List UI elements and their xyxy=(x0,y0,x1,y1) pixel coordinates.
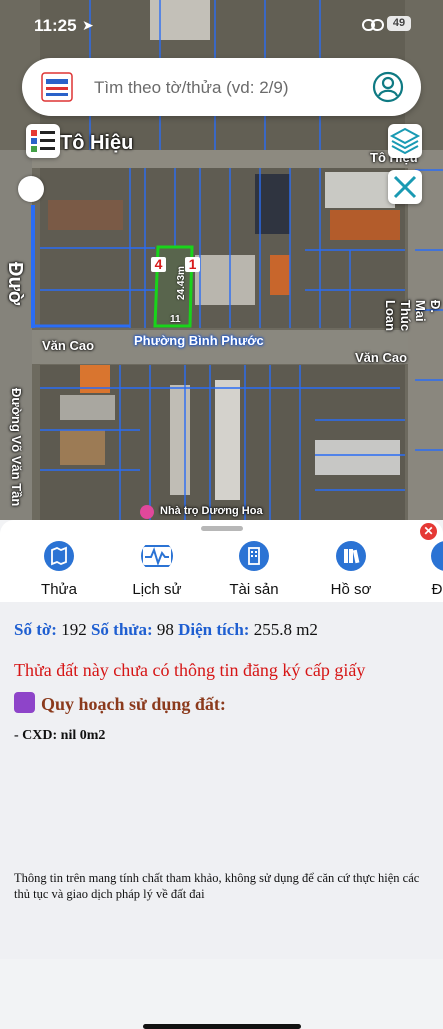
legend-list-icon xyxy=(31,130,55,152)
street-label-van-cao-right: Văn Cao xyxy=(355,350,408,365)
close-icon[interactable]: ✕ xyxy=(420,523,437,540)
app-logo-icon xyxy=(41,72,73,102)
info-tabs: Thửa Lịch sử Tài sản Hồ sơ Đ xyxy=(0,540,443,600)
parcel-dimension-side: 24.43m xyxy=(176,266,187,300)
tab-label: Đ xyxy=(431,581,443,598)
map-icon xyxy=(44,541,74,571)
parcel-details: Số tờ: 192 Số thửa: 98 Diện tích: 255.8 … xyxy=(0,602,443,1029)
parcel-summary: Số tờ: 192 Số thửa: 98 Diện tích: 255.8 … xyxy=(14,620,318,640)
measure-tools-button[interactable] xyxy=(388,170,422,204)
sheet-drag-handle[interactable] xyxy=(201,526,243,531)
tab-label: Lịch sử xyxy=(132,581,182,598)
tab-thua[interactable]: Thửa xyxy=(14,540,104,600)
battery-indicator: 49 xyxy=(387,16,411,31)
tab-label: Tài sản xyxy=(229,581,279,598)
tab-tai-san[interactable]: Tài sản xyxy=(209,540,299,600)
more-tab-icon xyxy=(431,541,443,571)
layers-button[interactable] xyxy=(388,124,422,158)
parcel-corner-4: 4 xyxy=(151,257,166,272)
atom-icon xyxy=(14,692,35,713)
sheet-number-value: 192 xyxy=(61,620,87,639)
parcel-bottom-sheet: ✕ Thửa Lịch sử Tài sản Hồ sơ Đ Số tờ: 19… xyxy=(0,520,443,1029)
parcel-number-label: Số thửa: xyxy=(90,620,153,639)
area-label: Diện tích: xyxy=(178,620,250,639)
tab-ho-so[interactable]: Hồ sơ xyxy=(306,540,396,600)
map-view[interactable]: Tô Hiệu Tô Hiệu Văn Cao Văn Cao Đườ Đườn… xyxy=(0,0,443,520)
street-label-duong-left: Đườ xyxy=(4,262,26,306)
home-indicator xyxy=(143,1024,301,1029)
street-label-mai-thuc-loan: Đ. Mai Thúc Loan xyxy=(383,300,443,332)
ruler-pencil-icon xyxy=(393,175,417,199)
location-arrow-icon: ➤ xyxy=(82,17,94,33)
user-account-icon[interactable] xyxy=(372,71,404,103)
parcel-number-value: 98 xyxy=(156,620,174,639)
poi-label: Nhà trọ Dương Hoa xyxy=(160,505,263,517)
status-bar: 11:25 ➤ 49 xyxy=(0,0,443,48)
disclaimer-text: Thông tin trên mang tính chất tham khảo,… xyxy=(14,871,420,901)
legend-button[interactable] xyxy=(26,124,60,158)
tab-label: Thửa xyxy=(41,581,77,598)
tab-lich-su[interactable]: Lịch sử xyxy=(112,540,202,600)
search-bar xyxy=(22,58,421,116)
search-input[interactable] xyxy=(92,73,356,103)
ward-label: Phường Bình Phước xyxy=(134,333,264,348)
registration-warning: Thửa đất này chưa có thông tin đăng ký c… xyxy=(14,660,366,680)
planning-title: Quy hoạch sử dụng đất: xyxy=(41,694,226,714)
link-icon xyxy=(362,19,384,31)
parcel-dimension-bottom: 11 xyxy=(170,314,181,325)
street-label-vo-van-tan: Đường Võ Văn Tần xyxy=(9,388,24,507)
sheet-number-label: Số tờ: xyxy=(14,620,57,639)
layers-icon xyxy=(389,127,421,155)
tab-more[interactable]: Đ xyxy=(404,540,443,600)
parcel-corner-1: 1 xyxy=(185,257,200,272)
planning-heading: Quy hoạch sử dụng đất: xyxy=(14,692,226,715)
street-label-to-hieu: Tô Hiệu xyxy=(60,132,134,154)
documents-icon xyxy=(336,541,366,571)
status-time: 11:25 xyxy=(34,16,77,35)
tab-label: Hồ sơ xyxy=(330,581,372,598)
building-icon xyxy=(239,541,269,571)
street-label-van-cao-left: Văn Cao xyxy=(42,338,95,353)
activity-chart-icon xyxy=(141,545,173,567)
area-value: 255.8 m2 xyxy=(253,620,318,639)
current-location-button[interactable] xyxy=(18,176,44,202)
planning-item: - CXD: nil 0m2 xyxy=(14,728,106,743)
